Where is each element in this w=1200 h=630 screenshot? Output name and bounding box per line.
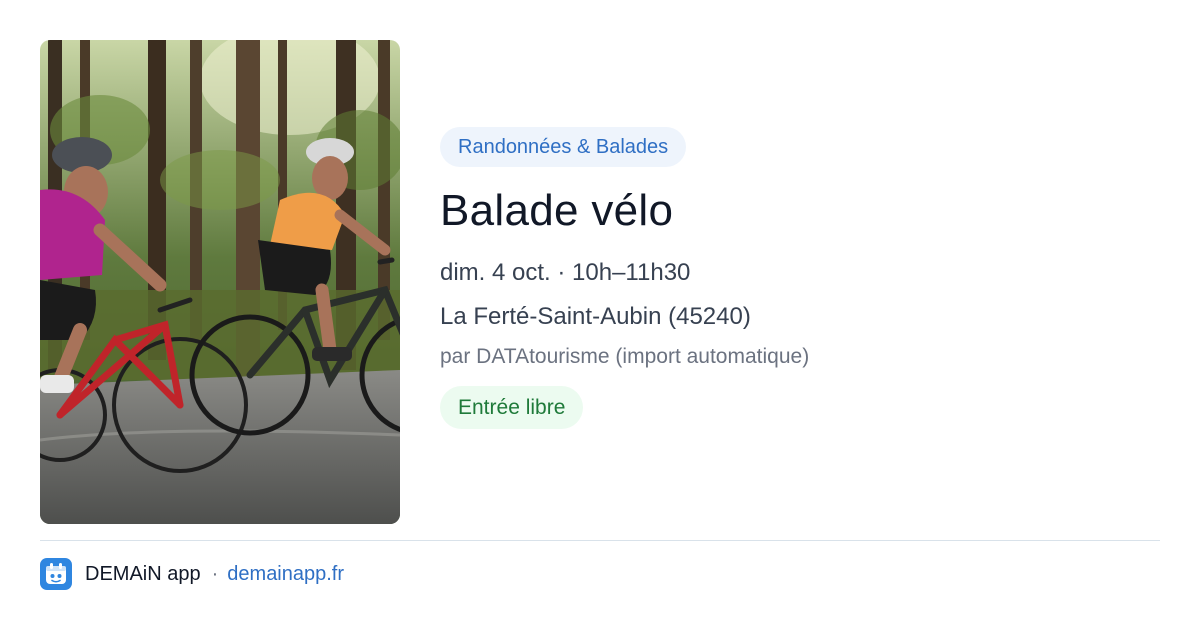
category-badge[interactable]: Randonnées & Balades (440, 127, 687, 167)
event-date-time: dim. 4 oct. · 10h–11h30 (440, 259, 691, 286)
event-title: Balade vélo (440, 186, 674, 235)
event-photo (40, 40, 400, 524)
event-share-card: Randonnées & Balades Balade vélo dim. 4 … (0, 0, 1200, 630)
footer-divider (40, 540, 1160, 541)
price-badge: Entrée libre (440, 386, 584, 429)
footer-separator: · (211, 562, 219, 585)
event-details: Randonnées & Balades Balade vélo dim. 4 … (440, 127, 1160, 429)
demain-app-logo-icon (40, 558, 72, 590)
app-website-link[interactable]: demainapp.fr (227, 563, 344, 586)
event-organizer: par DATAtourisme (import automatique) (440, 345, 810, 368)
event-location: La Ferté-Saint-Aubin (45240) (440, 303, 751, 330)
app-name: DEMAiN app (85, 562, 201, 585)
footer: DEMAiN app · demainapp.fr (40, 557, 344, 591)
